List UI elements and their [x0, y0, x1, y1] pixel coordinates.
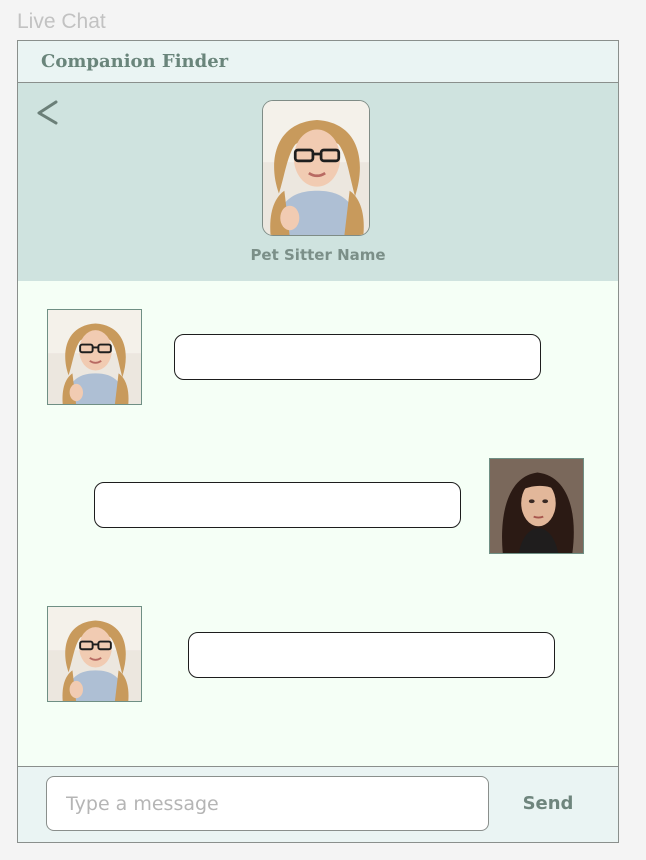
pet-sitter-profile-photo[interactable]	[262, 100, 370, 236]
send-button[interactable]: Send	[500, 776, 596, 831]
message-bubble-received	[188, 632, 555, 678]
app-title: Companion Finder	[41, 51, 229, 72]
message-bubble-sent	[94, 482, 461, 528]
pet-sitter-avatar	[47, 606, 142, 702]
pet-sitter-name: Pet Sitter Name	[250, 246, 386, 264]
profile-photo-image	[263, 101, 370, 236]
message-composer: Send	[18, 766, 618, 842]
app-header: Companion Finder	[18, 41, 618, 83]
back-button[interactable]	[34, 93, 64, 133]
profile-header: Pet Sitter Name	[18, 83, 618, 281]
message-list	[18, 281, 618, 766]
user-avatar	[489, 458, 584, 554]
avatar-image	[48, 310, 142, 405]
avatar-image	[490, 459, 584, 554]
avatar-image	[48, 607, 142, 702]
message-input[interactable]	[46, 776, 489, 831]
chat-window: Companion Finder Pet Sitter Name Send	[17, 40, 619, 843]
pet-sitter-avatar	[47, 309, 142, 405]
back-chevron-icon	[37, 100, 58, 125]
message-bubble-received	[174, 334, 541, 380]
page-label: Live Chat	[17, 10, 106, 33]
